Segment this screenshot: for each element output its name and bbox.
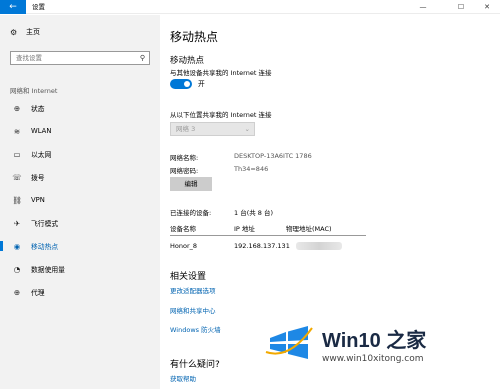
airplane-icon: ✈ <box>13 218 21 228</box>
connected-devices-value: 1 台(共 8 台) <box>234 209 274 217</box>
sidebar-item-mobile-hotspot[interactable]: ◉ 移动热点 <box>0 238 160 254</box>
close-button[interactable]: ✕ <box>474 0 500 14</box>
sidebar-item-label: 数据使用量 <box>31 266 65 274</box>
link-adapter-options[interactable]: 更改适配器选项 <box>170 285 216 295</box>
watermark: Win10 之家 www.win10xitong.com <box>262 320 498 386</box>
table-header-mac: 物理地址(MAC) <box>286 225 332 233</box>
wifi-icon: ≋ <box>13 126 21 136</box>
sidebar-item-wlan[interactable]: ≋ WLAN <box>0 123 160 139</box>
ethernet-icon: ▭ <box>13 149 21 159</box>
sidebar-item-label: VPN <box>31 196 45 204</box>
vpn-icon: ⛓ <box>12 195 22 205</box>
sidebar-section-label: 网络和 Internet <box>10 87 58 95</box>
toggle-knob <box>184 81 190 87</box>
question-title: 有什么疑问? <box>170 360 220 370</box>
gear-icon: ⚙ <box>10 27 18 37</box>
link-windows-firewall[interactable]: Windows 防火墙 <box>170 324 221 334</box>
table-header-ip: IP 地址 <box>234 225 255 233</box>
windows-logo-icon <box>265 326 313 359</box>
hotspot-icon: ◉ <box>13 241 21 251</box>
back-arrow-icon: ← <box>9 2 17 12</box>
back-button[interactable]: ← <box>0 0 26 14</box>
sidebar-item-proxy[interactable]: ⊕ 代理 <box>0 284 160 300</box>
network-password-value: Th34=846 <box>234 165 269 173</box>
table-cell-device: Honor_8 <box>170 242 198 250</box>
page-title: 移动热点 <box>170 30 219 44</box>
sidebar-item-label: 飞行模式 <box>31 220 59 228</box>
sidebar-item-label: 代理 <box>31 289 45 297</box>
sidebar-item-label: 状态 <box>31 105 45 113</box>
share-from-dropdown[interactable]: 网络 3 ⌄ <box>170 122 255 136</box>
watermark-title: Win10 之家 <box>322 330 427 352</box>
hotspot-toggle[interactable] <box>170 79 192 89</box>
active-indicator <box>0 241 3 251</box>
sidebar-item-label: 拨号 <box>31 174 45 182</box>
link-network-sharing-center[interactable]: 网络和共享中心 <box>170 305 216 315</box>
share-from-label: 从以下位置共享我的 Internet 连接 <box>170 111 272 119</box>
toggle-state-label: 开 <box>198 80 205 88</box>
edit-button[interactable]: 编辑 <box>170 177 212 191</box>
sidebar-item-status[interactable]: ⊕ 状态 <box>0 100 160 116</box>
sidebar-item-dialup[interactable]: ☏ 拨号 <box>0 169 160 185</box>
network-password-label: 网络密码: <box>170 167 199 175</box>
proxy-icon: ⊕ <box>13 287 21 297</box>
sidebar-item-label: WLAN <box>31 127 52 135</box>
dropdown-value: 网络 3 <box>176 125 196 133</box>
close-icon: ✕ <box>484 3 490 11</box>
link-get-help[interactable]: 获取帮助 <box>170 373 196 383</box>
home-label: 主页 <box>26 28 40 36</box>
window-title: 设置 <box>32 3 45 11</box>
search-placeholder: 查找设置 <box>16 54 42 62</box>
sidebar-item-ethernet[interactable]: ▭ 以太网 <box>0 146 160 162</box>
sidebar-item-airplane-mode[interactable]: ✈ 飞行模式 <box>0 215 160 231</box>
phone-icon: ☏ <box>12 172 22 182</box>
minimize-button[interactable]: — <box>410 0 436 14</box>
table-cell-ip: 192.168.137.131 <box>234 242 290 250</box>
table-cell-mac-redacted <box>296 242 342 250</box>
data-usage-icon: ◔ <box>13 264 21 274</box>
maximize-button[interactable]: ☐ <box>448 0 474 14</box>
globe-icon: ⊕ <box>13 103 21 113</box>
minimize-icon: — <box>419 3 427 11</box>
sidebar-item-data-usage[interactable]: ◔ 数据使用量 <box>0 261 160 277</box>
network-name-label: 网络名称: <box>170 154 199 162</box>
title-bar: ← 设置 — ☐ ✕ <box>0 0 500 14</box>
related-settings-title: 相关设置 <box>170 272 207 282</box>
chevron-down-icon: ⌄ <box>244 125 250 133</box>
sidebar-item-label: 移动热点 <box>31 243 59 251</box>
table-divider <box>170 235 366 236</box>
sidebar-item-label: 以太网 <box>31 151 52 159</box>
connected-devices-label: 已连接的设备: <box>170 209 212 217</box>
search-icon: ⚲ <box>139 54 145 62</box>
network-name-value: DESKTOP-13A6ITC 1786 <box>234 152 312 160</box>
search-input[interactable]: 查找设置 ⚲ <box>10 51 150 65</box>
sidebar: ⚙ 主页 查找设置 ⚲ 网络和 Internet ⊕ 状态 ≋ WLAN ▭ 以… <box>0 15 160 389</box>
maximize-icon: ☐ <box>457 3 465 11</box>
sidebar-item-vpn[interactable]: ⛓ VPN <box>0 192 160 208</box>
table-header-device: 设备名称 <box>170 225 196 233</box>
sidebar-home[interactable]: ⚙ 主页 <box>10 27 40 37</box>
watermark-url: www.win10xitong.com <box>322 354 424 364</box>
share-description: 与其他设备共享我的 Internet 连接 <box>170 69 272 77</box>
section-heading: 移动热点 <box>170 56 205 66</box>
